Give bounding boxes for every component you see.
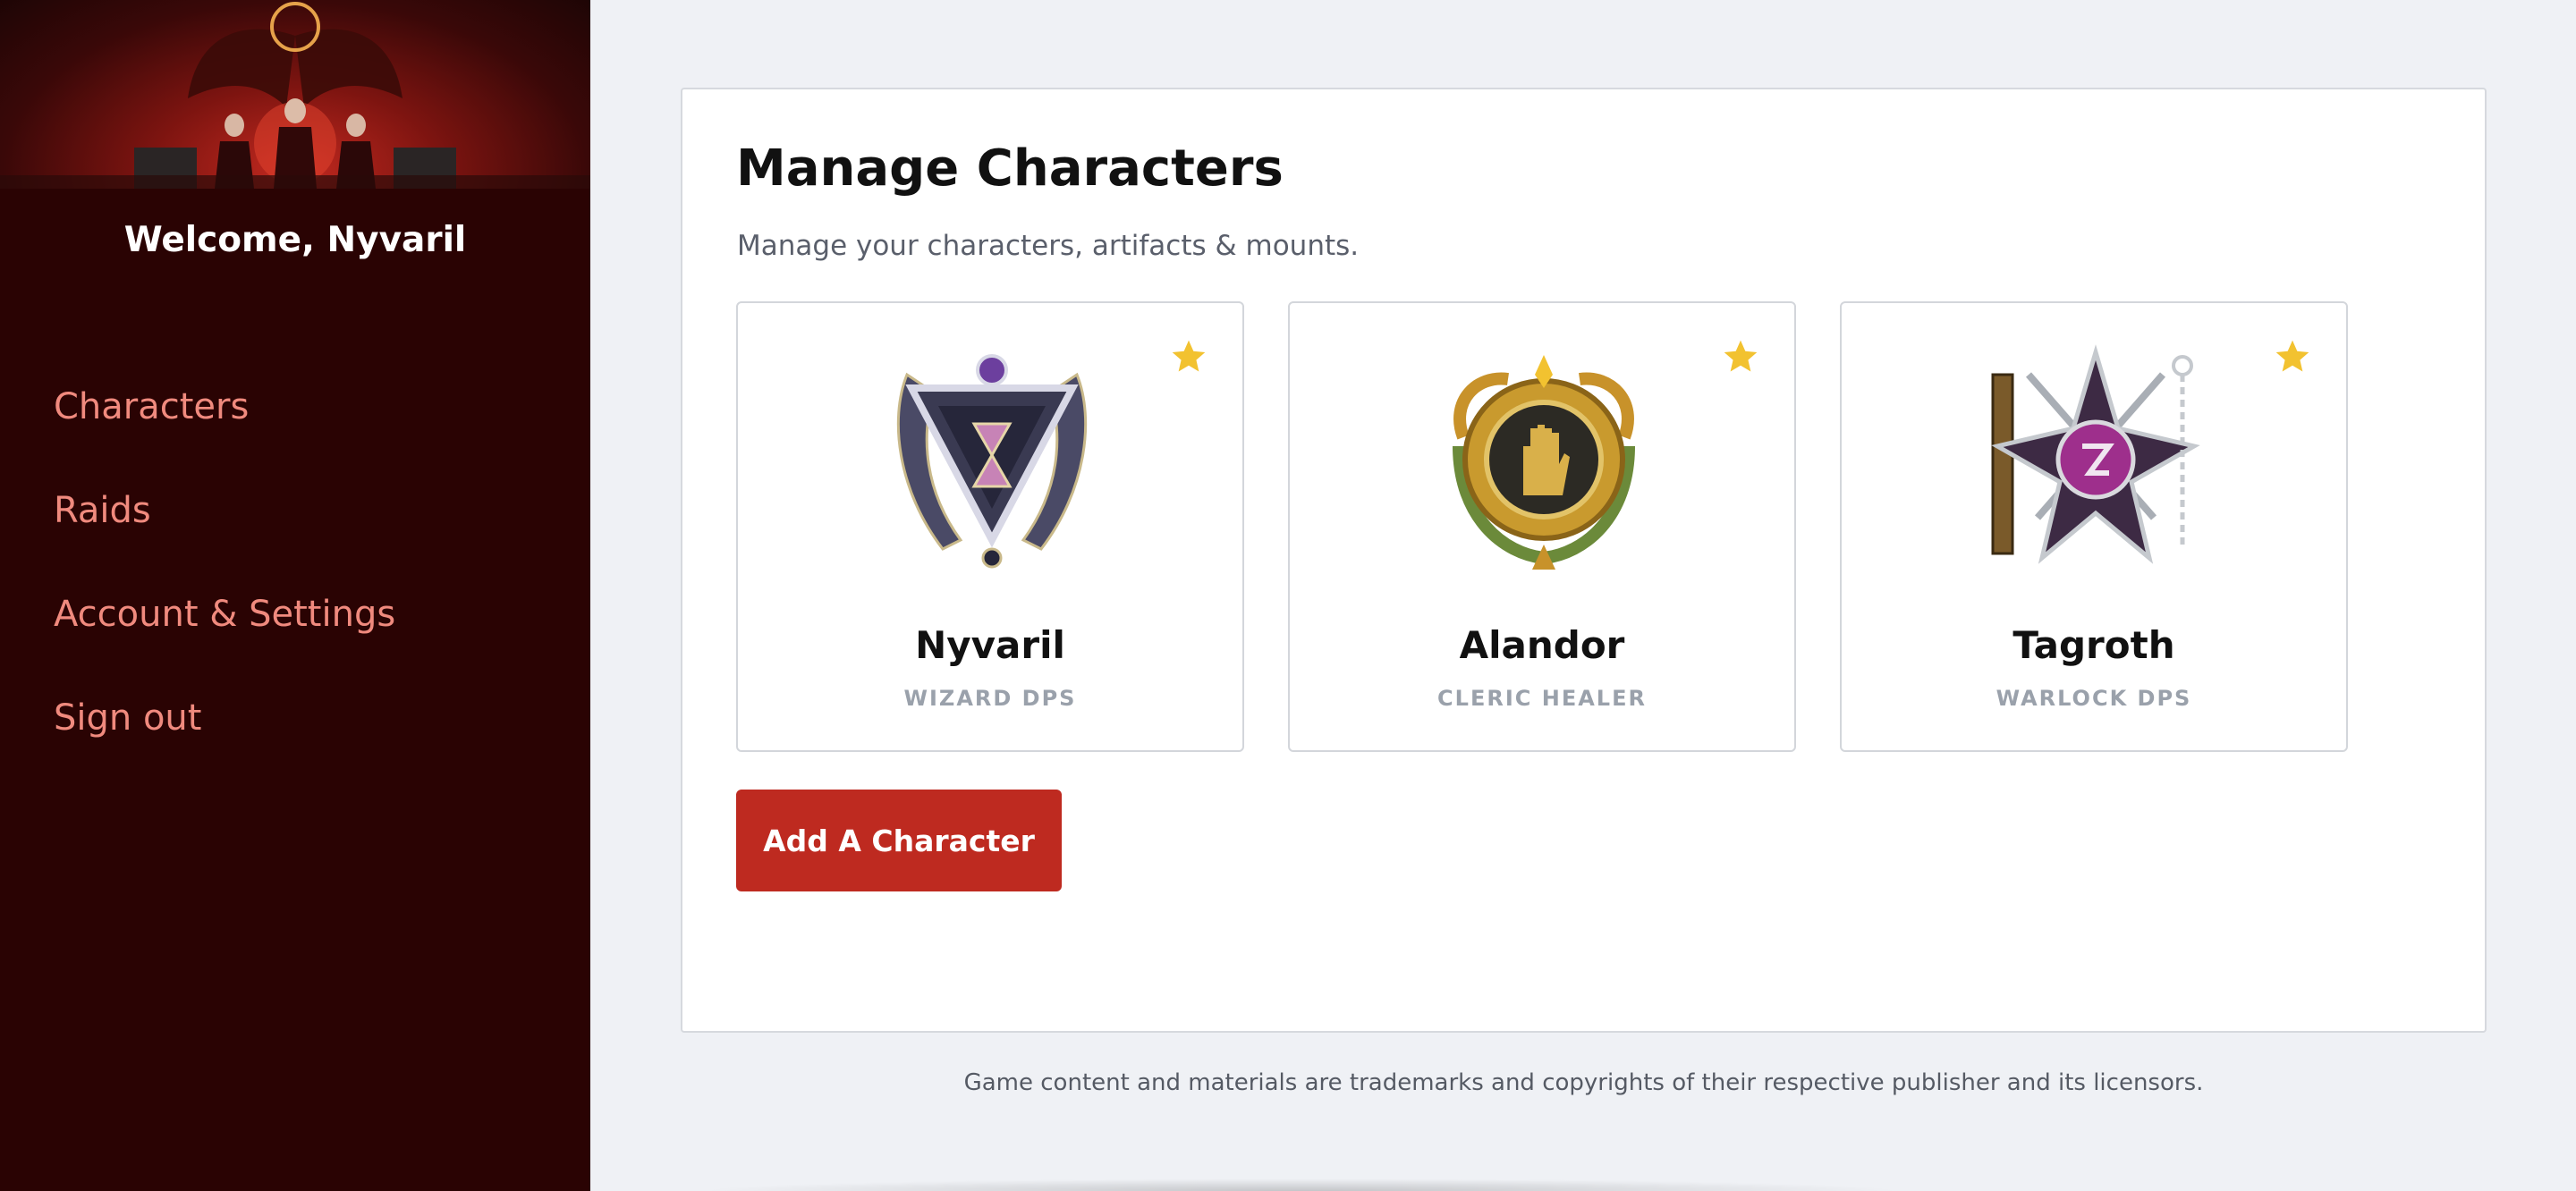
cleric-emblem-icon	[1453, 355, 1635, 570]
character-card-nyvaril[interactable]: Nyvaril WIZARD DPS	[736, 301, 1244, 752]
character-name: Tagroth	[2012, 623, 2175, 667]
character-name: Nyvaril	[915, 623, 1065, 667]
character-class: WARLOCK DPS	[1996, 686, 2192, 711]
bottom-shadow	[698, 1178, 1905, 1191]
character-class: CLERIC HEALER	[1437, 686, 1647, 711]
manage-characters-panel: Manage Characters Manage your characters…	[681, 88, 2487, 1033]
character-name: Alandor	[1459, 623, 1625, 667]
character-card-tagroth[interactable]: Tagroth WARLOCK DPS	[1840, 301, 2348, 752]
favorite-star-icon[interactable]	[1169, 337, 1208, 376]
sidebar-item-characters[interactable]: Characters	[54, 380, 395, 484]
favorite-star-icon[interactable]	[1721, 337, 1760, 376]
sidebar-item-raids[interactable]: Raids	[54, 484, 395, 587]
sidebar-item-account-settings[interactable]: Account & Settings	[54, 587, 395, 691]
welcome-text: Welcome, Nyvaril	[123, 220, 467, 260]
character-card-alandor[interactable]: Alandor CLERIC HEALER	[1288, 301, 1796, 752]
page-title: Manage Characters	[736, 139, 1284, 198]
favorite-star-icon[interactable]	[2273, 337, 2312, 376]
sidebar-nav: Characters Raids Account & Settings Sign…	[54, 380, 395, 795]
sidebar-item-sign-out[interactable]: Sign out	[54, 691, 395, 795]
wizard-emblem-icon	[896, 354, 1088, 569]
page-subtitle: Manage your characters, artifacts & moun…	[737, 230, 1360, 262]
sidebar-banner-image	[0, 0, 590, 189]
character-class: WIZARD DPS	[903, 686, 1077, 711]
sidebar: Welcome, Nyvaril Characters Raids Accoun…	[0, 0, 590, 1191]
add-character-button[interactable]: Add A Character	[736, 790, 1062, 891]
warlock-emblem-icon	[1991, 344, 2200, 564]
footer-copyright: Game content and materials are trademark…	[963, 1069, 2204, 1096]
